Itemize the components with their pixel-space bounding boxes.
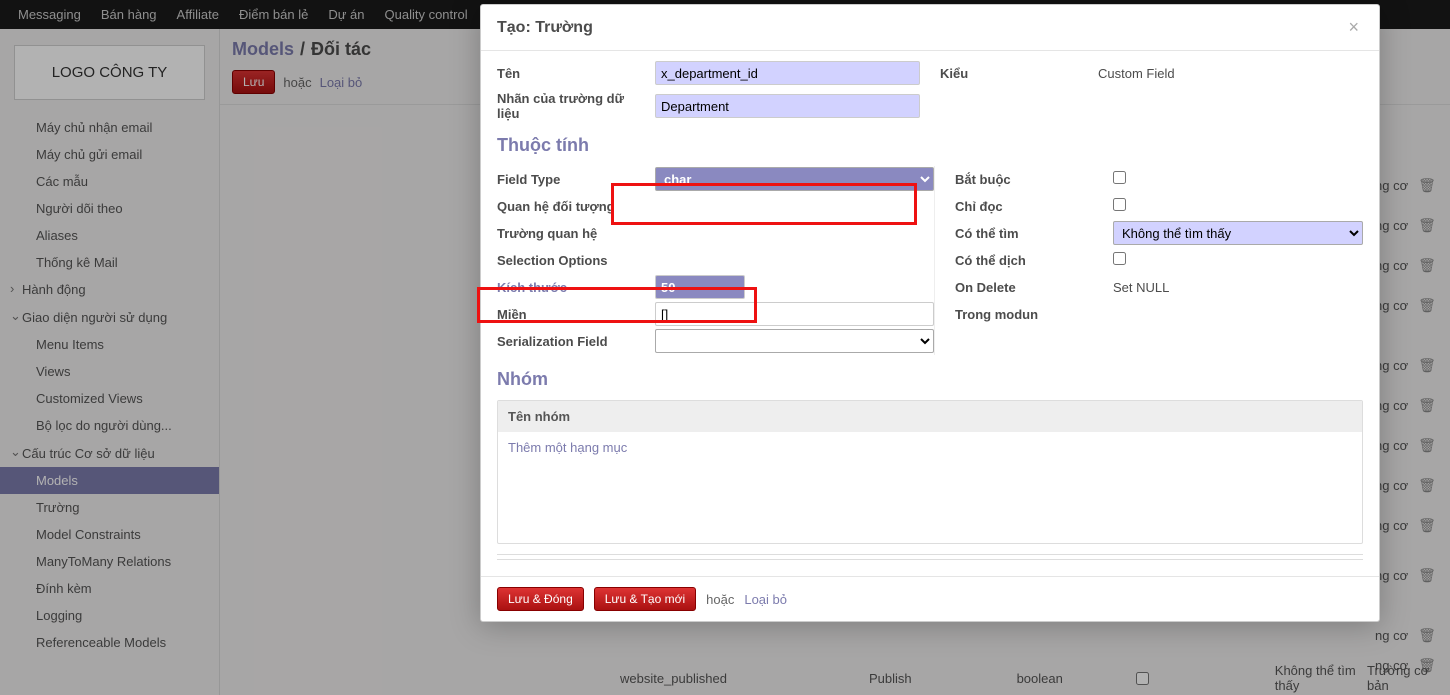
label-size: Kích thước xyxy=(497,280,655,295)
close-icon[interactable]: × xyxy=(1344,17,1363,38)
label-translatable: Có thể dịch xyxy=(955,253,1113,268)
type-value: Custom Field xyxy=(1098,66,1363,81)
label-related-field: Trường quan hệ xyxy=(497,226,655,241)
label-name: Tên xyxy=(497,66,655,81)
label-selection-options: Selection Options xyxy=(497,253,655,268)
label-serialization: Serialization Field xyxy=(497,334,655,349)
searchable-select[interactable]: Không thể tìm thấy xyxy=(1113,221,1363,245)
groups-table: Tên nhóm Thêm một hạng mục xyxy=(497,400,1363,544)
label-relation: Quan hệ đối tượng xyxy=(497,199,655,214)
discard-link[interactable]: Loại bỏ xyxy=(744,592,787,607)
name-input[interactable] xyxy=(655,61,920,85)
domain-input[interactable] xyxy=(655,302,934,326)
serialization-select[interactable] xyxy=(655,329,934,353)
label-in-module: Trong modun xyxy=(955,307,1113,322)
save-new-button[interactable]: Lưu & Tạo mới xyxy=(594,587,696,611)
groups-heading: Nhóm xyxy=(497,369,1363,390)
translatable-checkbox[interactable] xyxy=(1113,252,1126,265)
label-field-label: Nhãn của trường dữ liệu xyxy=(497,91,655,121)
label-field-type: Field Type xyxy=(497,172,655,187)
field-type-select[interactable]: char xyxy=(655,167,934,191)
groups-th: Tên nhóm xyxy=(498,401,1362,432)
label-readonly: Chỉ đọc xyxy=(955,199,1113,214)
field-label-input[interactable] xyxy=(655,94,920,118)
required-checkbox[interactable] xyxy=(1113,171,1126,184)
on-delete-value: Set NULL xyxy=(1113,280,1363,295)
modal-title: Tạo: Trường xyxy=(497,19,593,37)
readonly-checkbox[interactable] xyxy=(1113,198,1126,211)
label-searchable: Có thể tìm xyxy=(955,226,1113,241)
size-input[interactable] xyxy=(655,275,745,299)
create-field-modal: Tạo: Trường × Tên Kiểu Custom Field Nhãn… xyxy=(480,4,1380,622)
label-type: Kiểu xyxy=(940,66,1098,81)
add-group-link[interactable]: Thêm một hạng mục xyxy=(508,440,627,455)
label-on-delete: On Delete xyxy=(955,280,1113,295)
properties-heading: Thuộc tính xyxy=(497,135,1363,156)
label-domain: Miền xyxy=(497,307,655,322)
label-required: Bắt buộc xyxy=(955,172,1113,187)
save-close-button[interactable]: Lưu & Đóng xyxy=(497,587,584,611)
